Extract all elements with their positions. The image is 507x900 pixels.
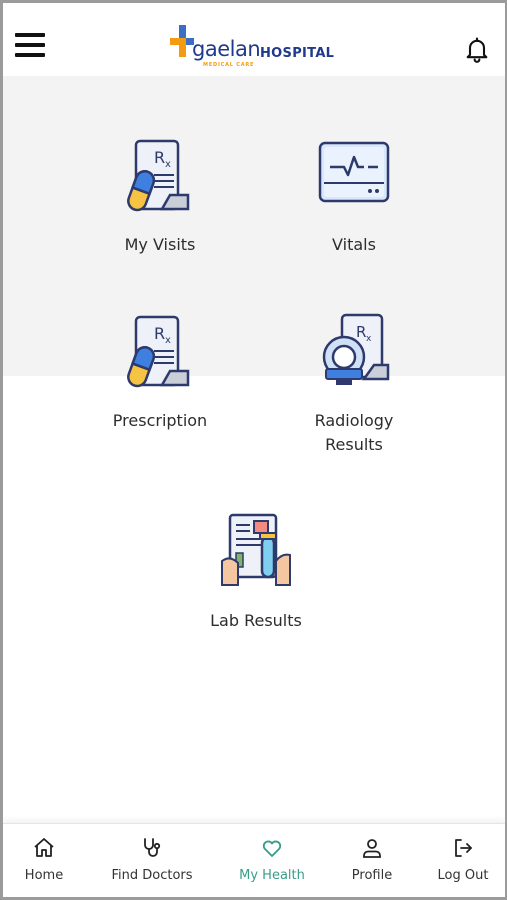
- tile-label: My Visits: [124, 235, 196, 254]
- nav-label: Log Out: [437, 868, 489, 883]
- bottom-navigation: Home Find Doctors My Health Profile Log …: [3, 823, 505, 897]
- tile-lab-results[interactable]: Lab Results: [171, 511, 341, 633]
- lab-report-test-tube-icon: [221, 513, 291, 586]
- mri-scanner-report-icon: R x: [322, 313, 390, 385]
- logo-tagline: MEDICAL CARE: [203, 62, 255, 68]
- svg-text:R: R: [356, 323, 366, 341]
- nav-label: My Health: [239, 868, 305, 883]
- nav-label: Find Doctors: [111, 868, 193, 883]
- user-icon: [363, 839, 381, 858]
- heart-icon: [262, 840, 282, 857]
- hamburger-menu-icon[interactable]: [15, 33, 45, 61]
- nav-item-find-doctors[interactable]: Find Doctors: [107, 836, 197, 883]
- nav-item-my-health[interactable]: My Health: [233, 836, 311, 883]
- stethoscope-icon: [144, 838, 161, 857]
- logo-cross-icon: [170, 25, 194, 57]
- svg-text:R: R: [154, 324, 165, 343]
- home-icon: [34, 838, 54, 857]
- tile-label: Radiology Results: [314, 411, 394, 454]
- logo-name: gaelan: [192, 37, 261, 61]
- logout-icon: [455, 839, 472, 857]
- tile-label: Lab Results: [210, 611, 302, 630]
- prescription-document-icon: R x: [127, 315, 190, 388]
- tile-label: Vitals: [332, 235, 376, 254]
- prescription-document-icon: R x: [127, 139, 190, 212]
- svg-text:x: x: [366, 334, 372, 344]
- nav-item-log-out[interactable]: Log Out: [431, 836, 495, 883]
- app-header: gaelan HOSPITAL MEDICAL CARE: [3, 3, 505, 76]
- nav-label: Profile: [351, 868, 393, 883]
- svg-text:x: x: [165, 159, 171, 170]
- tile-label: Prescription: [112, 411, 208, 430]
- svg-text:R: R: [154, 148, 165, 167]
- tile-prescription[interactable]: R x Prescription: [75, 311, 245, 433]
- heart-monitor-icon: [318, 141, 390, 203]
- logo-hospital-text: HOSPITAL: [260, 46, 335, 61]
- nav-item-profile[interactable]: Profile: [345, 836, 399, 883]
- nav-item-home[interactable]: Home: [19, 836, 69, 883]
- tile-my-visits[interactable]: R x My Visits: [75, 135, 245, 257]
- hospital-logo[interactable]: gaelan HOSPITAL MEDICAL CARE: [170, 25, 340, 71]
- tile-vitals[interactable]: Vitals: [269, 135, 439, 257]
- bell-icon[interactable]: [463, 35, 491, 63]
- svg-text:x: x: [165, 335, 171, 346]
- nav-label: Home: [24, 868, 64, 883]
- tile-radiology-results[interactable]: R x Radiology Results: [269, 311, 439, 457]
- app-screen: gaelan HOSPITAL MEDICAL CARE R x My Visi…: [0, 0, 507, 900]
